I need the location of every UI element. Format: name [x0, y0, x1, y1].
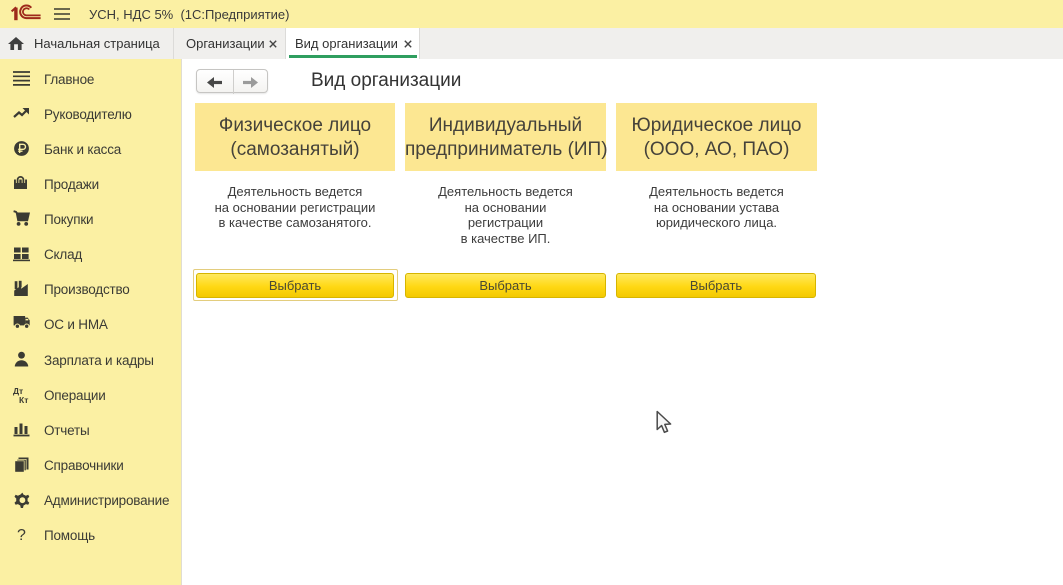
svg-text:?: ?	[17, 527, 26, 543]
svg-text:Кт: Кт	[19, 395, 28, 404]
